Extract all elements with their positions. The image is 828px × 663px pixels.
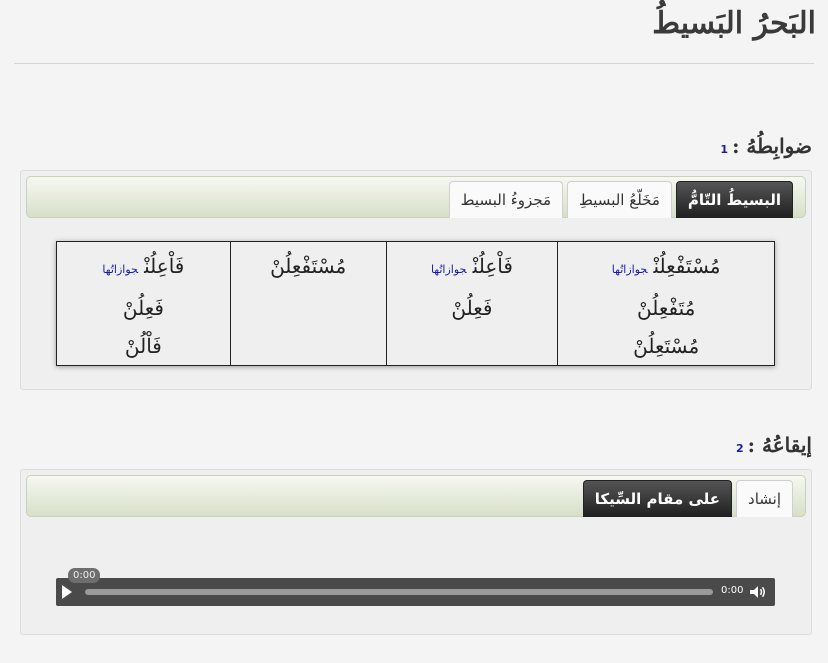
jawazat-link[interactable]: جوازاتُها xyxy=(431,263,467,276)
tab-rhythm-0[interactable]: إنشاد xyxy=(736,480,793,517)
meter-foot-text: مُسْتَفْعِلُنْ xyxy=(653,254,721,278)
meter-foot: فَاْعِلُنْ جوازاتُها xyxy=(61,247,226,289)
meter-foot-text: فَاْلُنْ xyxy=(124,334,162,358)
jawazat-link[interactable]: جوازاتُها xyxy=(102,263,138,276)
meter-foot-text: فَعِلُنْ xyxy=(451,296,493,320)
rules-tabbar: البسيطُ التّامُّ مَخَلّعُ البسيطِ مَجزوءُ … xyxy=(26,176,806,218)
tab-rules-0[interactable]: البسيطُ التّامُّ xyxy=(675,181,793,218)
meter-foot-text: فَعِلُنْ xyxy=(122,296,164,320)
meter-foot: مُسْتَعِلُنْ xyxy=(562,327,770,365)
title-divider xyxy=(14,63,814,64)
table-cell: فَاْعِلُنْ جوازاتُها فَعِلُنْ xyxy=(385,241,559,366)
rhythm-panel: إنشاد على مقام السِّيكا 0:00 0:00 xyxy=(20,469,812,635)
rhythm-heading-text: إيقاعُهُ : xyxy=(747,433,812,457)
rules-heading-number[interactable]: 1 xyxy=(720,143,728,156)
audio-player: 0:00 0:00 xyxy=(56,568,775,606)
current-time-bubble: 0:00 xyxy=(68,568,101,583)
rules-tabs: البسيطُ التّامُّ مَخَلّعُ البسيطِ مَجزوءُ … xyxy=(448,181,793,218)
jawazat-link[interactable]: جوازاتُها xyxy=(612,263,648,276)
meter-foot: فَاْعِلُنْ جوازاتُها xyxy=(391,247,554,289)
rhythm-tabbar: إنشاد على مقام السِّيكا xyxy=(26,475,806,517)
meter-foot: فَعِلُنْ xyxy=(391,289,554,327)
meter-foot-text: مُتَفْعِلُنْ xyxy=(636,296,696,320)
duration-label: 0:00 xyxy=(721,585,744,596)
tab-rhythm-1[interactable]: على مقام السِّيكا xyxy=(582,480,733,517)
tab-rules-2[interactable]: مَجزوءُ البسيط xyxy=(448,181,564,218)
tab-rules-1[interactable]: مَخَلّعُ البسيطِ xyxy=(567,181,672,218)
meter-foot: فَاْلُنْ xyxy=(61,327,226,365)
rules-panel: البسيطُ التّامُّ مَخَلّعُ البسيطِ مَجزوءُ … xyxy=(20,170,812,390)
rules-heading-text: ضوابِطُهُ : xyxy=(732,134,812,158)
rules-heading: ضوابِطُهُ : 1 xyxy=(720,134,812,158)
meter-foot-text: فَاْعِلُنْ xyxy=(472,254,513,278)
table-cell: مُسْتَفْعِلُنْ جوازاتُها مُتَفْعِلُنْ مُسْت… xyxy=(557,241,775,366)
table-cell: فَاْعِلُنْ جوازاتُها فَعِلُنْ فَاْلُنْ xyxy=(56,241,231,366)
meter-foot-text: مُسْتَفْعِلُنْ xyxy=(270,254,347,278)
table-cell: مُسْتَفْعِلُنْ xyxy=(229,241,387,366)
meter-foot-text: فَاْعِلُنْ xyxy=(144,254,185,278)
meter-foot: مُسْتَفْعِلُنْ جوازاتُها xyxy=(562,247,770,289)
page-title: البَحرُ البَسيطُ xyxy=(652,6,816,41)
volume-icon[interactable] xyxy=(749,585,767,599)
meter-foot-text: مُسْتَعِلُنْ xyxy=(633,334,700,358)
seek-bar[interactable] xyxy=(85,589,713,595)
meter-foot: فَعِلُنْ xyxy=(61,289,226,327)
rhythm-heading-number[interactable]: 2 xyxy=(736,442,744,455)
play-icon[interactable] xyxy=(62,585,72,599)
meter-table: مُسْتَفْعِلُنْ جوازاتُها مُتَفْعِلُنْ مُسْت… xyxy=(56,241,775,366)
rhythm-tabs: إنشاد على مقام السِّيكا xyxy=(582,480,793,517)
meter-foot: مُتَفْعِلُنْ xyxy=(562,289,770,327)
table-row: مُسْتَفْعِلُنْ جوازاتُها مُتَفْعِلُنْ مُسْت… xyxy=(56,241,775,366)
meter-foot: مُسْتَفْعِلُنْ xyxy=(235,247,382,285)
rhythm-heading: إيقاعُهُ : 2 xyxy=(736,433,812,457)
